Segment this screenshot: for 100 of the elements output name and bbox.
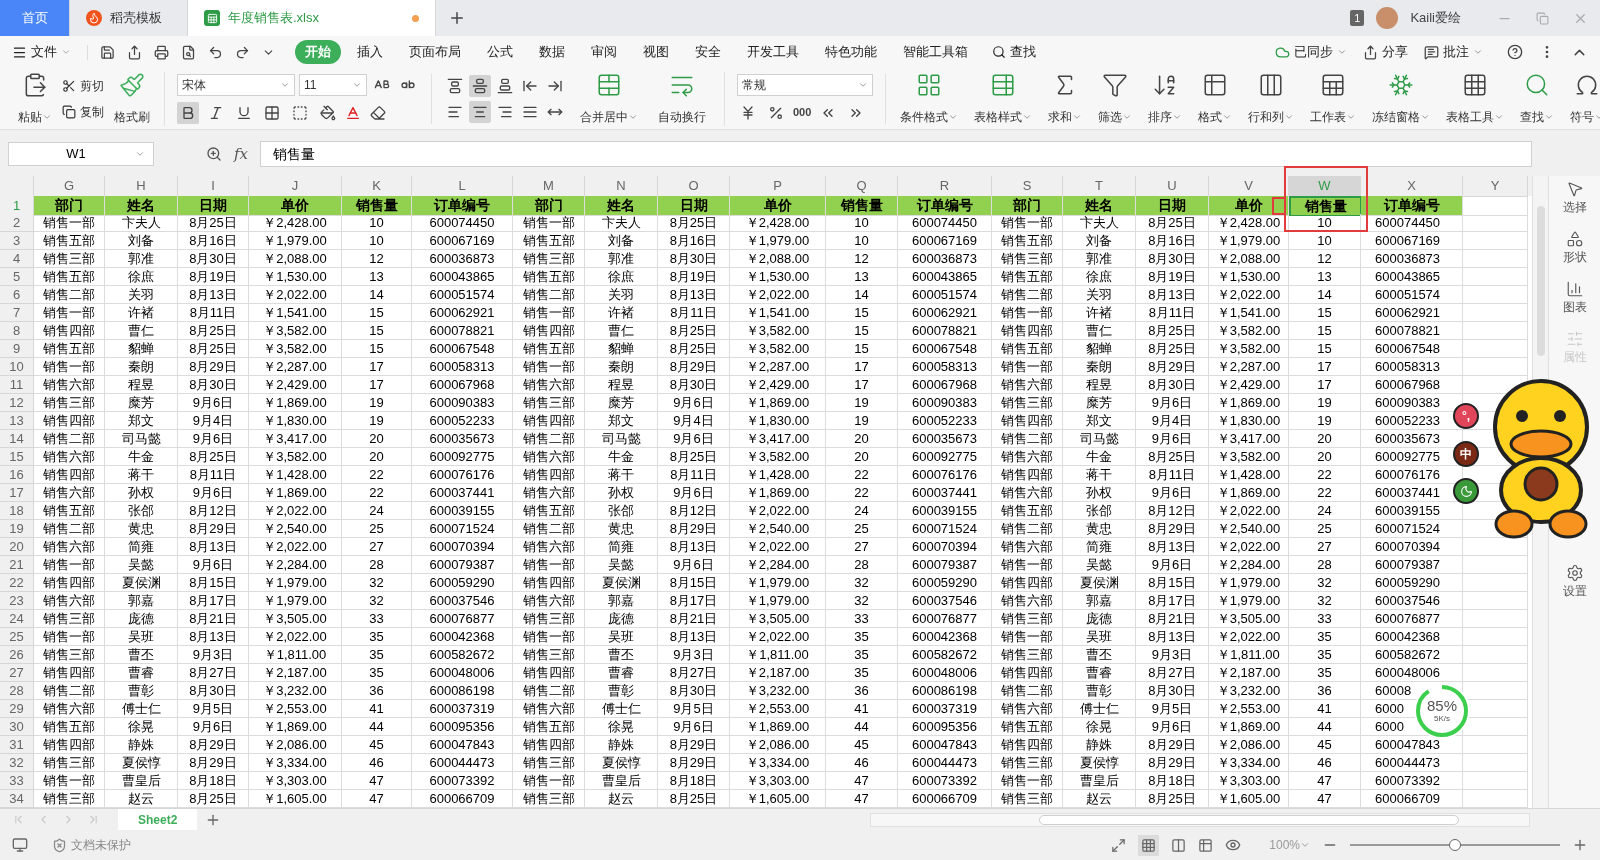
scrollbar-thumb[interactable]	[1039, 814, 1459, 825]
ribbon-tab[interactable]: 数据	[529, 40, 575, 64]
zoom-icon[interactable]	[206, 146, 222, 162]
row-number[interactable]: 26	[0, 646, 34, 664]
export-icon[interactable]	[127, 44, 142, 60]
symbol-button[interactable]: 符号	[1564, 71, 1600, 126]
toolbar-button[interactable]: 分享	[1363, 42, 1408, 62]
print-preview-icon[interactable]	[181, 44, 196, 60]
monitor-icon[interactable]	[12, 837, 28, 853]
filter-button[interactable]: 筛选	[1092, 71, 1138, 126]
row-number[interactable]: 8	[0, 322, 34, 340]
home-tab[interactable]: 首页	[0, 0, 70, 36]
row-number[interactable]: 31	[0, 736, 34, 754]
table-style-button[interactable]: 表格样式	[968, 71, 1038, 126]
row-number[interactable]: 18	[0, 502, 34, 520]
row-number[interactable]: 2	[0, 214, 34, 232]
cut-button[interactable]: 剪切	[62, 76, 104, 95]
formula-input[interactable]: 销售量	[260, 141, 1532, 167]
redo-icon[interactable]	[235, 44, 250, 60]
row-number[interactable]: 21	[0, 556, 34, 574]
eye-icon[interactable]	[1225, 837, 1242, 853]
sum-button[interactable]: 求和	[1042, 71, 1088, 126]
row-number[interactable]: 25	[0, 628, 34, 646]
row-number[interactable]: 24	[0, 610, 34, 628]
ribbon-tab[interactable]: 开发工具	[737, 40, 809, 64]
row-number[interactable]: 12	[0, 394, 34, 412]
freeze-panes-button[interactable]: 冻结窗格	[1366, 71, 1436, 126]
sheet-tab[interactable]: Sheet2	[118, 808, 198, 831]
column-header[interactable]: Y	[1463, 176, 1528, 197]
number-format-dropdown[interactable]: 常规	[737, 73, 873, 96]
scrollbar-thumb[interactable]	[1536, 206, 1545, 356]
row-number[interactable]: 20	[0, 538, 34, 556]
row-number[interactable]: 34	[0, 790, 34, 808]
ribbon-tab[interactable]: 安全	[685, 40, 731, 64]
name-box[interactable]: W1	[8, 142, 154, 166]
table-tools-button[interactable]: 表格工具	[1440, 71, 1510, 126]
zoom-in-icon[interactable]	[1572, 837, 1588, 853]
row-number[interactable]: 32	[0, 754, 34, 772]
notification-count[interactable]: 1	[1350, 9, 1365, 27]
slider-thumb[interactable]	[1449, 839, 1461, 851]
row-number[interactable]: 30	[0, 718, 34, 736]
row-number[interactable]: 3	[0, 232, 34, 250]
user-name[interactable]: Kaili爱绘	[1410, 8, 1461, 28]
protection-status[interactable]: 文档未保护	[52, 836, 131, 854]
format-button[interactable]: 格式	[1192, 71, 1238, 126]
font-size-dropdown[interactable]: 11	[299, 73, 367, 96]
toolbar-button[interactable]: 批注	[1424, 42, 1483, 62]
thousands-separator-button[interactable]: 000	[793, 104, 812, 121]
function-button[interactable]: fx	[234, 142, 248, 166]
row-number[interactable]: 16	[0, 466, 34, 484]
undo-icon[interactable]	[208, 44, 223, 60]
fullscreen-icon[interactable]	[1111, 837, 1127, 853]
side-panel-button[interactable]: 设置	[1562, 564, 1587, 600]
print-icon[interactable]	[154, 44, 169, 60]
ribbon-tab[interactable]: 特色功能	[815, 40, 887, 64]
side-panel-button[interactable]: 形状	[1562, 230, 1587, 266]
row-number[interactable]: 6	[0, 286, 34, 304]
save-icon[interactable]	[100, 44, 115, 60]
merge-center-button[interactable]: 合并居中	[574, 71, 644, 126]
ribbon-tab[interactable]: 页面布局	[399, 40, 471, 64]
wrap-text-button[interactable]: 自动换行	[652, 71, 712, 126]
find-button[interactable]: 查找	[1514, 71, 1560, 126]
new-tab-icon[interactable]	[448, 9, 466, 27]
file-menu[interactable]: 文件	[12, 42, 71, 62]
help-icon[interactable]	[1507, 44, 1523, 60]
normal-view-button[interactable]	[1138, 834, 1160, 856]
document-tab[interactable]: 年度销售表.xlsx	[188, 0, 436, 36]
worksheet-button[interactable]: 工作表	[1304, 71, 1362, 126]
rows-columns-button[interactable]: 行和列	[1242, 71, 1300, 126]
row-number[interactable]: 19	[0, 520, 34, 538]
format-painter-button[interactable]: 格式刷	[108, 71, 156, 126]
row-number[interactable]: 27	[0, 664, 34, 682]
row-number[interactable]: 33	[0, 772, 34, 790]
side-panel-button[interactable]: 图表	[1562, 280, 1587, 316]
ribbon-tab[interactable]: 公式	[477, 40, 523, 64]
row-number[interactable]: 28	[0, 682, 34, 700]
ribbon-tab[interactable]: 视图	[633, 40, 679, 64]
bold-button[interactable]	[177, 101, 199, 124]
row-number[interactable]: 1	[0, 196, 34, 216]
ribbon-tab[interactable]: 插入	[347, 40, 393, 64]
sort-button[interactable]: 排序	[1142, 71, 1188, 126]
font-name-dropdown[interactable]: 宋体	[177, 73, 295, 96]
ribbon-tab[interactable]: 智能工具箱	[893, 40, 978, 64]
row-number[interactable]: 22	[0, 574, 34, 592]
row-number[interactable]: 29	[0, 700, 34, 718]
ribbon-tab[interactable]: 审阅	[581, 40, 627, 64]
row-number[interactable]: 15	[0, 448, 34, 466]
conditional-format-button[interactable]: 条件格式	[894, 71, 964, 126]
row-number[interactable]: 17	[0, 484, 34, 502]
row-number[interactable]: 11	[0, 376, 34, 394]
ribbon-tab[interactable]: 开始	[295, 40, 341, 64]
row-number[interactable]: 14	[0, 430, 34, 448]
align-button[interactable]	[469, 74, 491, 97]
row-number[interactable]: 7	[0, 304, 34, 322]
row-number[interactable]: 4	[0, 250, 34, 268]
search-button[interactable]: 查找	[992, 42, 1036, 62]
horizontal-scrollbar[interactable]	[870, 812, 1530, 827]
paste-button[interactable]: 粘贴	[12, 71, 58, 126]
align-button[interactable]	[469, 100, 491, 123]
font-color-icon[interactable]	[345, 104, 361, 121]
